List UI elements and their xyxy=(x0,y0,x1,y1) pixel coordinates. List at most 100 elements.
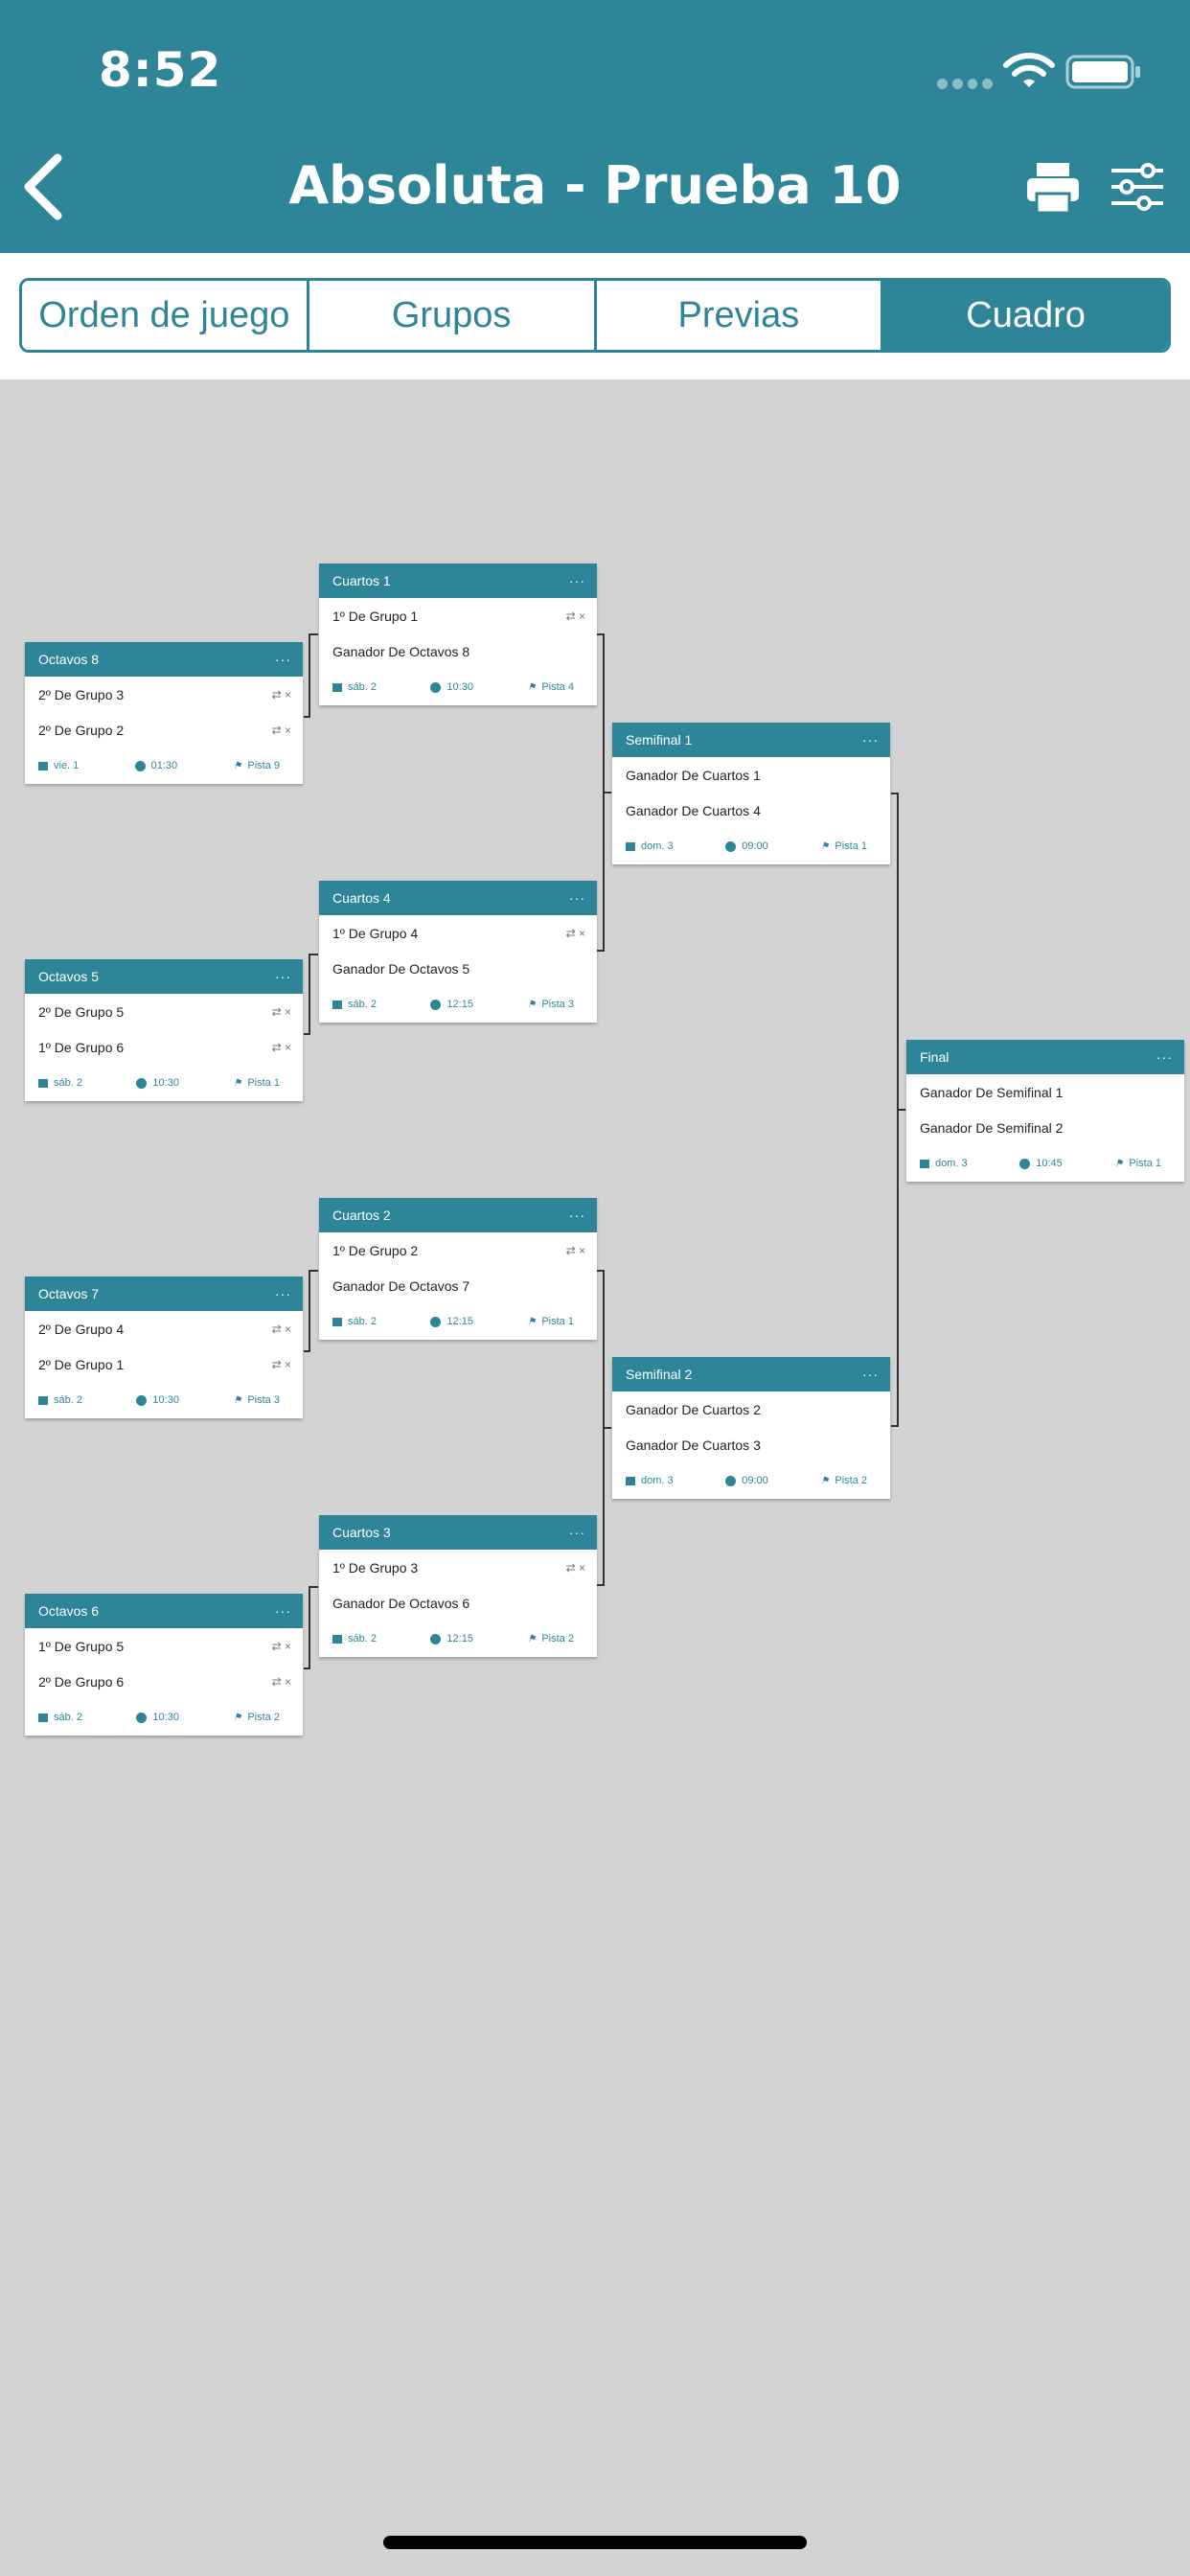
bracket-area: Octavos 8 ··· 2º De Grupo 3 ⇄ × 2º De Grup… xyxy=(0,380,1190,2536)
player-slot: 2º De Grupo 6 xyxy=(38,1673,125,1690)
more-options-icon[interactable]: ··· xyxy=(569,1525,585,1540)
clock-icon xyxy=(1019,1158,1031,1169)
player-slot: Ganador De Cuartos 3 xyxy=(626,1437,761,1453)
more-options-icon[interactable]: ··· xyxy=(569,573,585,588)
match-card-cuartos-2[interactable]: Cuartos 2 ··· 1º De Grupo 2 ⇄ × Ganador De… xyxy=(319,1198,597,1340)
match-court: Pista 1 xyxy=(835,840,867,852)
calendar-icon xyxy=(626,1476,635,1485)
player-slot: Ganador De Cuartos 4 xyxy=(626,802,761,818)
match-time: 09:00 xyxy=(742,1475,768,1486)
player-slot: Ganador De Octavos 5 xyxy=(332,960,470,977)
match-time: 10:30 xyxy=(152,1077,179,1089)
more-options-icon[interactable]: ··· xyxy=(569,1208,585,1223)
player-slot: Ganador De Semifinal 1 xyxy=(920,1084,1064,1100)
tab-orden-de-juego[interactable]: Orden de juego xyxy=(22,281,309,350)
match-day: sáb. 2 xyxy=(54,1712,82,1723)
match-court: Pista 1 xyxy=(541,1316,574,1327)
flag-icon: ⚑ xyxy=(820,1475,830,1486)
match-court: Pista 1 xyxy=(247,1077,280,1089)
more-options-icon[interactable]: ··· xyxy=(569,890,585,906)
calendar-icon xyxy=(38,1713,48,1722)
calendar-icon xyxy=(332,1000,342,1009)
calendar-icon xyxy=(626,841,635,851)
match-day: dom. 3 xyxy=(641,1475,674,1486)
swap-remove-icons[interactable]: ⇄ × xyxy=(566,610,585,623)
more-options-icon[interactable]: ··· xyxy=(275,652,291,667)
swap-remove-icons[interactable]: ⇄ × xyxy=(272,1358,291,1371)
match-card-octavos-6[interactable]: Octavos 6 ··· 1º De Grupo 5 ⇄ × 2º De Grup… xyxy=(25,1594,303,1736)
match-time: 12:15 xyxy=(446,1633,473,1644)
player-slot: 1º De Grupo 5 xyxy=(38,1638,125,1654)
match-title: Cuartos 3 xyxy=(332,1525,391,1540)
swap-remove-icons[interactable]: ⇄ × xyxy=(272,1675,291,1689)
swap-remove-icons[interactable]: ⇄ × xyxy=(566,1561,585,1575)
player-slot: Ganador De Cuartos 1 xyxy=(626,767,761,783)
calendar-icon xyxy=(38,761,48,770)
match-day: dom. 3 xyxy=(641,840,674,852)
tab-previas[interactable]: Previas xyxy=(596,281,884,350)
more-options-icon[interactable]: ··· xyxy=(862,732,879,748)
match-title: Semifinal 2 xyxy=(626,1367,693,1382)
match-court: Pista 2 xyxy=(247,1712,280,1723)
match-time: 09:00 xyxy=(742,840,768,852)
wifi-icon xyxy=(1003,53,1055,87)
player-slot: 2º De Grupo 2 xyxy=(38,722,125,738)
more-options-icon[interactable]: ··· xyxy=(1156,1049,1173,1065)
swap-remove-icons[interactable]: ⇄ × xyxy=(272,1005,291,1019)
player-slot: 1º De Grupo 3 xyxy=(332,1559,419,1576)
player-slot: Ganador De Cuartos 2 xyxy=(626,1401,761,1417)
tab-cuadro[interactable]: Cuadro xyxy=(883,281,1168,350)
player-slot: 2º De Grupo 3 xyxy=(38,686,125,702)
player-slot: Ganador De Octavos 6 xyxy=(332,1595,470,1611)
swap-remove-icons[interactable]: ⇄ × xyxy=(272,1322,291,1336)
match-day: sáb. 2 xyxy=(348,1316,377,1327)
match-card-cuartos-3[interactable]: Cuartos 3 ··· 1º De Grupo 3 ⇄ × Ganador De… xyxy=(319,1515,597,1657)
match-card-cuartos-1[interactable]: Cuartos 1 ··· 1º De Grupo 1 ⇄ × Ganador De… xyxy=(319,564,597,705)
swap-remove-icons[interactable]: ⇄ × xyxy=(566,1244,585,1257)
flag-icon: ⚑ xyxy=(233,1394,242,1406)
clock-icon xyxy=(430,1316,442,1327)
clock-icon xyxy=(136,1077,148,1089)
match-card-cuartos-4[interactable]: Cuartos 4 ··· 1º De Grupo 4 ⇄ × Ganador De… xyxy=(319,881,597,1023)
match-title: Final xyxy=(920,1049,950,1065)
more-options-icon[interactable]: ··· xyxy=(275,1286,291,1301)
swap-remove-icons[interactable]: ⇄ × xyxy=(272,1640,291,1653)
player-slot: 1º De Grupo 6 xyxy=(38,1039,125,1055)
match-card-semifinal-2[interactable]: Semifinal 2 ··· Ganador De Cuartos 2 Gana… xyxy=(612,1357,890,1499)
printer-icon[interactable] xyxy=(1025,161,1081,215)
swap-remove-icons[interactable]: ⇄ × xyxy=(566,927,585,940)
match-day: sáb. 2 xyxy=(54,1077,82,1089)
calendar-icon xyxy=(38,1395,48,1405)
player-slot: 1º De Grupo 4 xyxy=(332,925,419,941)
player-slot: 1º De Grupo 2 xyxy=(332,1242,419,1258)
match-court: Pista 3 xyxy=(541,999,574,1010)
match-court: Pista 4 xyxy=(541,681,574,693)
more-options-icon[interactable]: ··· xyxy=(862,1367,879,1382)
flag-icon: ⚑ xyxy=(527,1316,537,1327)
swap-remove-icons[interactable]: ⇄ × xyxy=(272,688,291,702)
clock-icon xyxy=(134,760,146,771)
nav-header: 8:52 Absoluta - Prueba 10 xyxy=(0,0,1190,253)
calendar-icon xyxy=(38,1078,48,1088)
flag-icon: ⚑ xyxy=(527,681,537,693)
match-title: Cuartos 1 xyxy=(332,573,391,588)
player-slot: 2º De Grupo 5 xyxy=(38,1003,125,1020)
flag-icon: ⚑ xyxy=(233,1712,242,1723)
swap-remove-icons[interactable]: ⇄ × xyxy=(272,724,291,737)
more-options-icon[interactable]: ··· xyxy=(275,1603,291,1619)
match-time: 10:30 xyxy=(152,1712,179,1723)
tab-grupos[interactable]: Grupos xyxy=(309,281,597,350)
more-options-icon[interactable]: ··· xyxy=(275,969,291,984)
match-card-semifinal-1[interactable]: Semifinal 1 ··· Ganador De Cuartos 1 Gana… xyxy=(612,723,890,864)
flag-icon: ⚑ xyxy=(527,999,537,1010)
match-card-octavos-8[interactable]: Octavos 8 ··· 2º De Grupo 3 ⇄ × 2º De Grup… xyxy=(25,642,303,784)
match-court: Pista 2 xyxy=(541,1633,574,1644)
match-card-final[interactable]: Final ··· Ganador De Semifinal 1 Ganador … xyxy=(906,1040,1184,1182)
clock-icon xyxy=(430,1633,442,1644)
swap-remove-icons[interactable]: ⇄ × xyxy=(272,1041,291,1054)
player-slot: 1º De Grupo 1 xyxy=(332,608,419,624)
clock-icon xyxy=(136,1394,148,1406)
match-card-octavos-7[interactable]: Octavos 7 ··· 2º De Grupo 4 ⇄ × 2º De Grup… xyxy=(25,1276,303,1418)
sliders-icon[interactable] xyxy=(1110,163,1165,211)
match-card-octavos-5[interactable]: Octavos 5 ··· 2º De Grupo 5 ⇄ × 1º De Grup… xyxy=(25,959,303,1101)
